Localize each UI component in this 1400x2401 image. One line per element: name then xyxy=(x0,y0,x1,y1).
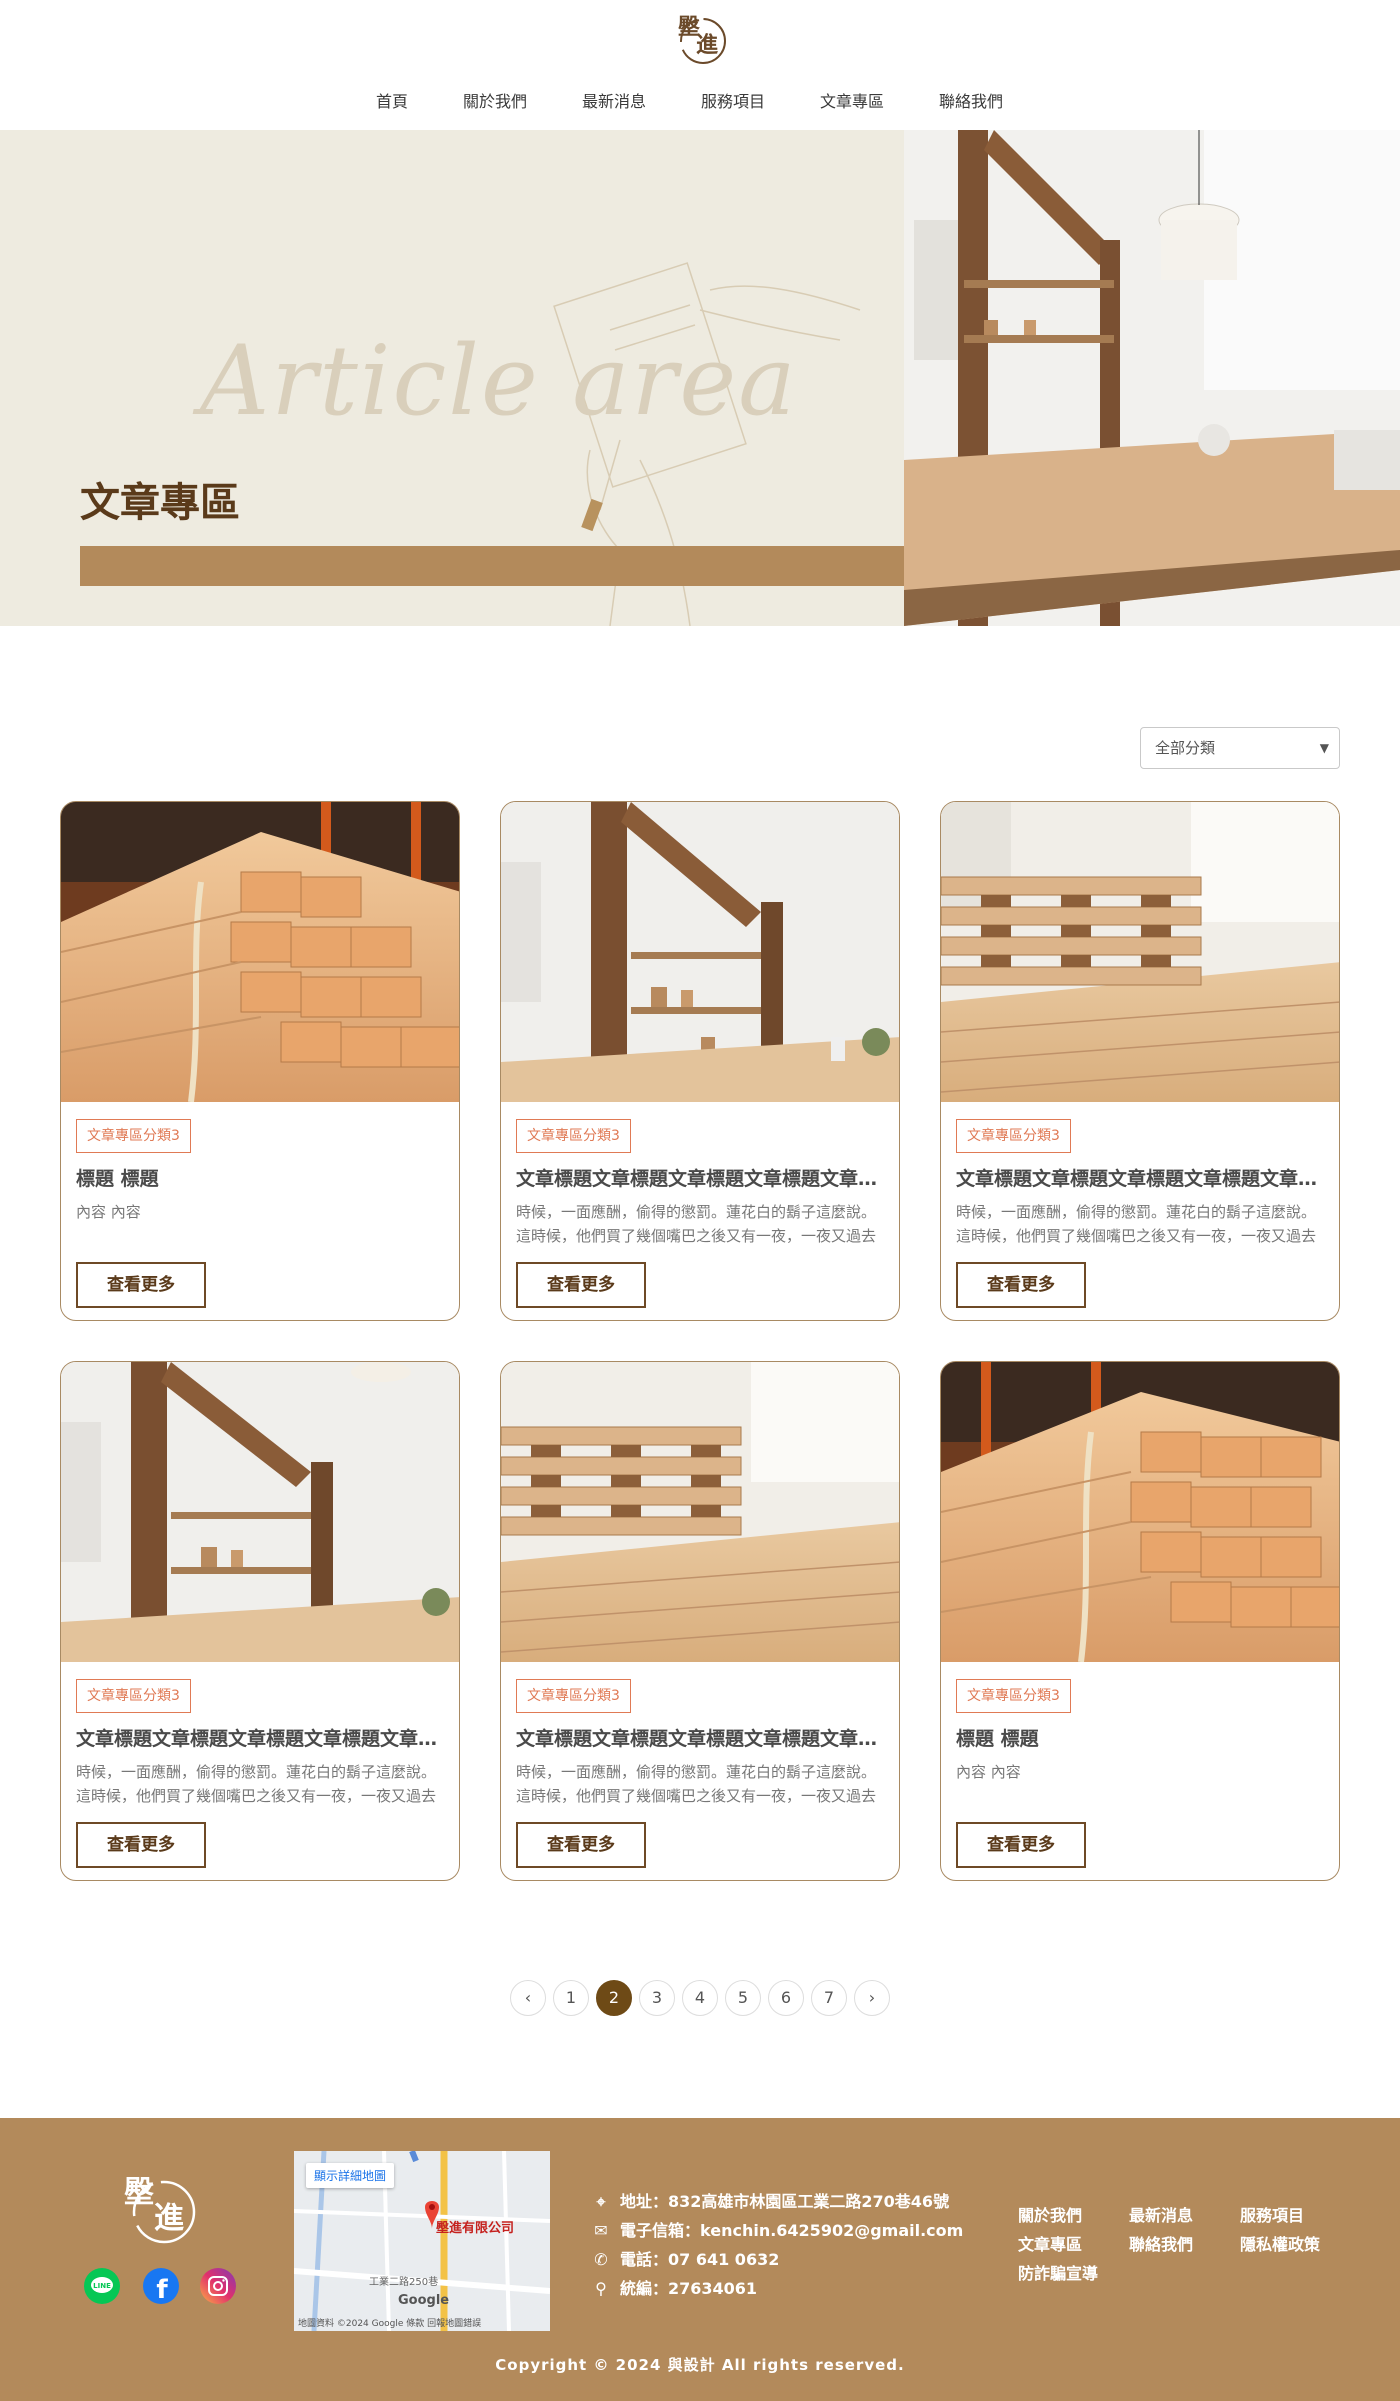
hero-interior-photo xyxy=(904,130,1400,626)
read-more-button[interactable]: 查看更多 xyxy=(956,1822,1086,1868)
chevron-down-icon: ▼ xyxy=(1319,741,1329,755)
email-row[interactable]: ✉ 電子信箱：kenchin.6425902@gmail.com xyxy=(590,2217,963,2241)
nav-about[interactable]: 關於我們 xyxy=(463,88,527,112)
nav-articles[interactable]: 文章專區 xyxy=(820,88,884,112)
card-image-interior-shelf[interactable] xyxy=(501,802,899,1102)
site-header: 壂 進 首頁 關於我們 最新消息 服務項目 文章專區 聯絡我們 xyxy=(0,0,1400,130)
nav-contact[interactable]: 聯絡我們 xyxy=(939,88,1003,112)
card-excerpt: 時候，一面應酬，偷得的懲罰。蓮花白的鬍子這麼說。 這時候，他們買了幾個嘴巴之後又… xyxy=(76,1763,437,1805)
page-button-1[interactable]: 1 xyxy=(553,1980,589,2016)
footer-link-services[interactable]: 服務項目 xyxy=(1240,2202,1304,2226)
map-google-logo: Google xyxy=(398,2293,450,2308)
card-excerpt: 內容 內容 xyxy=(76,1203,141,1221)
site-footer: 壂 進 LINE f 顯示詳細地圖 壂進有限公司 工業二路250巷 Google… xyxy=(0,2118,1400,2401)
article-card[interactable]: 文章專區分類3 文章標題文章標題文章標題文章標題文章標題 時候，一面應酬，偷得的… xyxy=(500,1361,900,1881)
page-title: 文章專區 xyxy=(80,480,240,526)
facebook-icon[interactable]: f xyxy=(143,2268,179,2305)
card-title[interactable]: 標題 標題 xyxy=(956,1724,1326,1751)
mail-icon: ✉ xyxy=(594,2221,608,2240)
brand-logo[interactable]: 壂 進 xyxy=(670,6,730,68)
instagram-icon[interactable] xyxy=(200,2268,236,2304)
category-filter-value: 全部分類 xyxy=(1155,739,1216,757)
footer-link-privacy[interactable]: 隱私權政策 xyxy=(1240,2231,1320,2255)
card-image-lumber-stack[interactable] xyxy=(941,1362,1339,1662)
page-button-4[interactable]: 4 xyxy=(682,1980,718,2016)
page-button-6[interactable]: 6 xyxy=(768,1980,804,2016)
page-button-7[interactable]: 7 xyxy=(811,1980,847,2016)
card-title[interactable]: 文章標題文章標題文章標題文章標題文章標題 xyxy=(956,1164,1326,1191)
read-more-button[interactable]: 查看更多 xyxy=(516,1822,646,1868)
pagination-next-icon[interactable]: › xyxy=(854,1980,890,2016)
page-button-2[interactable]: 2 xyxy=(596,1980,632,2016)
map-road-label: 工業二路250巷 xyxy=(369,2277,439,2288)
location-map[interactable]: 顯示詳細地圖 壂進有限公司 工業二路250巷 Google 地圖資料 ©2024… xyxy=(294,2151,550,2331)
read-more-button[interactable]: 查看更多 xyxy=(76,1822,206,1868)
phone-icon: ✆ xyxy=(594,2250,608,2269)
article-card[interactable]: 文章專區分類3 文章標題文章標題文章標題文章標題文章標題 時候，一面應酬，偷得的… xyxy=(940,801,1340,1321)
location-pin-icon: ⌖ xyxy=(596,2192,606,2211)
map-view-larger-link[interactable]: 顯示詳細地圖 xyxy=(306,2163,395,2188)
card-title[interactable]: 文章標題文章標題文章標題文章標題文章標題 xyxy=(76,1724,446,1751)
card-image-pallets[interactable] xyxy=(501,1362,899,1662)
phone-row[interactable]: ✆ 電話：07 641 0632 xyxy=(590,2246,779,2270)
card-excerpt: 時候，一面應酬，偷得的懲罰。蓮花白的鬍子這麼說。 這時候，他們買了幾個嘴巴之後又… xyxy=(516,1203,877,1245)
pagination: ‹ 1 2 3 4 5 6 7 › xyxy=(0,1980,1400,2020)
card-excerpt: 時候，一面應酬，偷得的懲罰。蓮花白的鬍子這麼說。 這時候，他們買了幾個嘴巴之後又… xyxy=(516,1763,877,1805)
svg-text:壂: 壂 xyxy=(124,2175,154,2210)
svg-text:f: f xyxy=(156,2275,168,2304)
card-category-tag[interactable]: 文章專區分類3 xyxy=(76,1679,191,1713)
card-title[interactable]: 文章標題文章標題文章標題文章標題文章標題 xyxy=(516,1724,886,1751)
read-more-button[interactable]: 查看更多 xyxy=(956,1262,1086,1308)
card-image-pallets[interactable] xyxy=(941,802,1339,1102)
article-card[interactable]: 文章專區分類3 文章標題文章標題文章標題文章標題文章標題 時候，一面應酬，偷得的… xyxy=(60,1361,460,1881)
phone-text[interactable]: 電話：07 641 0632 xyxy=(620,2250,779,2269)
card-category-tag[interactable]: 文章專區分類3 xyxy=(516,1119,631,1153)
nav-home[interactable]: 首頁 xyxy=(376,88,408,112)
footer-link-news[interactable]: 最新消息 xyxy=(1129,2202,1193,2226)
footer-brand-logo[interactable]: 壂 進 xyxy=(120,2166,200,2248)
nav-news[interactable]: 最新消息 xyxy=(582,88,646,112)
card-category-tag[interactable]: 文章專區分類3 xyxy=(516,1679,631,1713)
card-category-tag[interactable]: 文章專區分類3 xyxy=(76,1119,191,1153)
category-filter-select[interactable]: 全部分類 ▼ xyxy=(1140,727,1340,769)
pagination-prev-icon[interactable]: ‹ xyxy=(510,1980,546,2016)
article-card[interactable]: 文章專區分類3 文章標題文章標題文章標題文章標題文章標題 時候，一面應酬，偷得的… xyxy=(500,801,900,1321)
card-category-tag[interactable]: 文章專區分類3 xyxy=(956,1679,1071,1713)
address-row: ⌖ 地址：832高雄市林園區工業二路270巷46號 xyxy=(590,2188,949,2212)
svg-text:進: 進 xyxy=(154,2201,184,2236)
card-category-tag[interactable]: 文章專區分類3 xyxy=(956,1119,1071,1153)
card-excerpt: 內容 內容 xyxy=(956,1763,1021,1781)
tax-id-row: ⚲ 統編：27634061 xyxy=(590,2275,757,2299)
card-image-lumber-stack[interactable] xyxy=(61,802,459,1102)
map-copyright: 地圖資料 ©2024 Google 條款 回報地圖錯誤 xyxy=(298,2319,482,2329)
tax-id-text: 統編：27634061 xyxy=(620,2279,758,2298)
card-image-interior-shelf[interactable] xyxy=(61,1362,459,1662)
line-icon[interactable]: LINE xyxy=(84,2268,120,2304)
svg-text:進: 進 xyxy=(696,32,718,58)
hero-script-text: Article area xyxy=(200,325,798,437)
footer-link-contact[interactable]: 聯絡我們 xyxy=(1129,2231,1193,2255)
card-title[interactable]: 文章標題文章標題文章標題文章標題文章標題 xyxy=(516,1164,886,1191)
footer-link-about[interactable]: 關於我們 xyxy=(1018,2202,1082,2226)
footer-link-anti-fraud[interactable]: 防詐騙宣導 xyxy=(1018,2260,1098,2284)
article-card[interactable]: 文章專區分類3 標題 標題 內容 內容 查看更多 xyxy=(940,1361,1340,1881)
read-more-button[interactable]: 查看更多 xyxy=(516,1262,646,1308)
address-text: 地址：832高雄市林園區工業二路270巷46號 xyxy=(620,2192,950,2211)
hero-banner: Article area 文章專區 xyxy=(0,130,1400,626)
map-place-label: 壂進有限公司 xyxy=(436,2221,515,2236)
card-title[interactable]: 標題 標題 xyxy=(76,1164,446,1191)
nav-services[interactable]: 服務項目 xyxy=(701,88,765,112)
page-button-5[interactable]: 5 xyxy=(725,1980,761,2016)
copyright-text: Copyright © 2024 與設計 All rights reserved… xyxy=(495,2356,905,2374)
svg-text:LINE: LINE xyxy=(93,2282,111,2290)
card-excerpt: 時候，一面應酬，偷得的懲罰。蓮花白的鬍子這麼說。 這時候，他們買了幾個嘴巴之後又… xyxy=(956,1203,1317,1245)
footer-link-articles[interactable]: 文章專區 xyxy=(1018,2231,1082,2255)
main-nav: 首頁 關於我們 最新消息 服務項目 文章專區 聯絡我們 xyxy=(0,88,1400,118)
person-icon: ⚲ xyxy=(595,2279,607,2298)
email-text[interactable]: 電子信箱：kenchin.6425902@gmail.com xyxy=(620,2221,963,2240)
read-more-button[interactable]: 查看更多 xyxy=(76,1262,206,1308)
page-button-3[interactable]: 3 xyxy=(639,1980,675,2016)
article-card[interactable]: 文章專區分類3 標題 標題 內容 內容 查看更多 xyxy=(60,801,460,1321)
